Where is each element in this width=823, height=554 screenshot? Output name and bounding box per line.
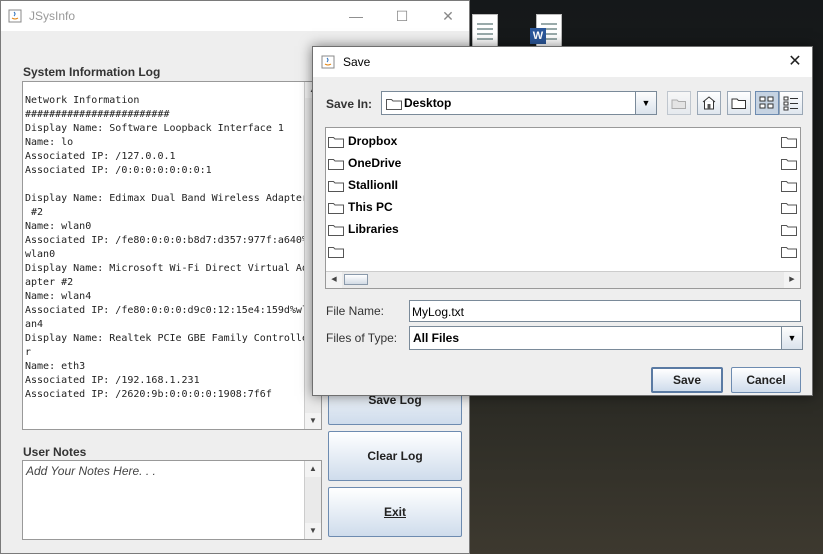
list-view-button[interactable] xyxy=(755,91,779,115)
log-text: Network Information ####################… xyxy=(25,95,307,400)
file-name: StallionII xyxy=(348,178,399,192)
folder-icon xyxy=(781,247,797,258)
home-icon xyxy=(702,96,716,110)
up-one-level-button[interactable] xyxy=(667,91,691,115)
list-view-icon xyxy=(759,96,774,109)
java-app-icon xyxy=(8,9,22,23)
file-name: Dropbox xyxy=(348,134,398,148)
notes-vertical-scrollbar[interactable]: ▲ ▼ xyxy=(304,461,321,539)
log-label: System Information Log xyxy=(23,65,161,79)
save-in-label: Save In: xyxy=(326,97,373,111)
dialog-title: Save xyxy=(343,55,371,69)
dialog-titlebar[interactable]: Save ✕ xyxy=(313,47,812,77)
clear-log-button[interactable]: Clear Log xyxy=(328,431,462,481)
folder-icon xyxy=(386,99,402,110)
folder-icon xyxy=(328,181,344,192)
folder-icon xyxy=(328,225,344,236)
notes-label: User Notes xyxy=(23,445,87,459)
save-in-combo[interactable]: Desktop ▼ xyxy=(381,91,657,115)
notes-placeholder: Add Your Notes Here. . . xyxy=(26,464,156,478)
save-button[interactable]: Save xyxy=(651,367,723,393)
file-list-horizontal-scrollbar[interactable]: ◀ ▶ xyxy=(326,271,800,288)
desktop-document-icon[interactable] xyxy=(466,14,500,48)
window-title: JSysInfo xyxy=(29,9,76,23)
main-titlebar[interactable]: JSysInfo — ☐ ✕ xyxy=(1,1,469,31)
files-of-type-label: Files of Type: xyxy=(326,331,398,345)
details-view-icon xyxy=(783,96,798,111)
chevron-down-icon[interactable]: ▼ xyxy=(781,327,802,349)
scroll-down-arrow[interactable]: ▼ xyxy=(305,523,321,539)
chevron-down-icon[interactable]: ▼ xyxy=(635,92,656,114)
file-name: OneDrive xyxy=(348,156,402,170)
exit-button[interactable]: Exit xyxy=(328,487,462,537)
up-one-level-icon xyxy=(671,99,686,109)
notes-textarea[interactable]: Add Your Notes Here. . . ▲ ▼ xyxy=(22,460,322,540)
file-name: Libraries xyxy=(348,222,399,236)
details-view-button[interactable] xyxy=(779,91,803,115)
folder-icon xyxy=(328,159,344,170)
folder-icon xyxy=(781,181,797,192)
minimize-button[interactable]: — xyxy=(333,1,379,31)
scroll-up-arrow[interactable]: ▲ xyxy=(305,461,321,477)
new-folder-button[interactable] xyxy=(727,91,751,115)
folder-icon xyxy=(328,203,344,214)
files-of-type-combo[interactable]: All Files ▼ xyxy=(409,326,803,350)
save-dialog: Save ✕ Save In: Desktop ▼ Dropbox OneDri… xyxy=(312,46,813,396)
save-in-value: Desktop xyxy=(404,96,452,110)
folder-icon xyxy=(781,203,797,214)
folder-icon xyxy=(328,247,344,258)
log-textarea[interactable]: Network Information ####################… xyxy=(22,81,322,430)
file-name: This PC xyxy=(348,200,393,214)
folder-icon xyxy=(781,137,797,148)
scroll-thumb[interactable] xyxy=(344,274,368,285)
scroll-left-arrow[interactable]: ◀ xyxy=(326,272,342,288)
scroll-down-arrow[interactable]: ▼ xyxy=(305,413,321,429)
cancel-button[interactable]: Cancel xyxy=(731,367,801,393)
file-name-label: File Name: xyxy=(326,304,385,318)
java-app-icon xyxy=(321,55,335,69)
maximize-button[interactable]: ☐ xyxy=(379,1,425,31)
home-button[interactable] xyxy=(697,91,721,115)
folder-icon xyxy=(781,159,797,170)
dialog-close-button[interactable]: ✕ xyxy=(778,47,812,77)
file-name-input[interactable]: MyLog.txt xyxy=(409,300,801,322)
new-folder-icon xyxy=(731,98,746,109)
file-name-value: MyLog.txt xyxy=(412,305,465,319)
file-list[interactable]: Dropbox OneDrive StallionII This PC Libr… xyxy=(325,127,801,289)
files-of-type-value: All Files xyxy=(413,331,460,345)
folder-icon xyxy=(781,225,797,236)
close-button[interactable]: ✕ xyxy=(425,1,471,31)
folder-icon xyxy=(328,137,344,148)
scroll-right-arrow[interactable]: ▶ xyxy=(784,272,800,288)
desktop-word-document-icon[interactable]: W xyxy=(530,14,564,48)
